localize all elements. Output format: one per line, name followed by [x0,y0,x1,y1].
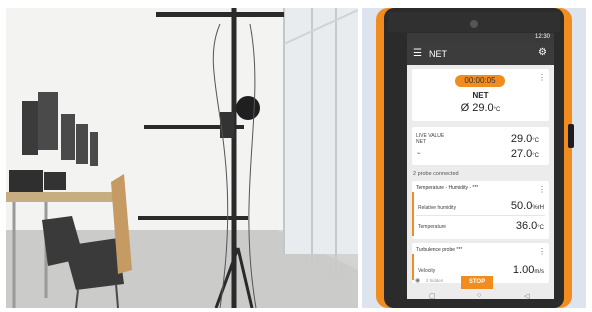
live-value-1-number: 29.0 [510,133,533,145]
humidity-value: 50.0%rH [511,200,544,212]
stop-button[interactable]: STOP [461,276,493,289]
divider [416,215,545,216]
humidity-number: 50.0 [510,200,533,212]
velocity-label: Velocity [418,268,436,274]
live-value-2: 27.0°C [511,148,539,160]
status-bar: 12:30 [407,33,554,43]
velocity-number: 1.00 [512,264,535,276]
humidity-label: Relative humidity [418,205,457,211]
device-screen: 12:30 ☰ NET ⚙ 00:00:05 ⋮ NET Ø 29.0°C LI… [407,33,554,299]
office-photo [6,8,358,308]
timer-badge[interactable]: 00:00:05 [455,75,505,87]
temperature-value: 36.0°C [516,220,544,232]
temperature-label: Temperature [418,224,447,230]
probes-connected-text: 2 probe connected [413,171,459,177]
probe2-accent-bar [412,254,414,280]
live-value-1: 29.0°C [511,133,539,145]
mode-label: NET [472,91,489,100]
probe2-name: Turbulence probe *** [416,247,463,253]
probe1-name: Temperature - Humidity - *** [416,185,479,191]
probe1-card: Temperature - Humidity - *** ⋮ Relative … [412,181,549,239]
live-value-2-number: 27.0 [510,148,533,160]
measurement-summary-card: 00:00:05 ⋮ NET Ø 29.0°C [412,69,549,121]
probe2-more-icon[interactable]: ⋮ [538,247,546,256]
live-value-card: LIVE VALUE NET 29.0°C ⌁ 27.0°C [412,127,549,165]
probe-icon: ⌁ [417,151,421,157]
probe1-more-icon[interactable]: ⋮ [538,185,546,194]
live-value-2-unit: °C [532,153,539,159]
office-scene-illustration [6,8,358,308]
gear-icon[interactable]: ⚙ [538,47,547,58]
probe1-accent-bar [412,192,414,236]
nav-back-icon[interactable]: ◁ [524,292,529,299]
humidity-unit: %rH [532,205,544,211]
live-value-1-unit: °C [532,138,539,144]
velocity-unit: m/s [534,269,544,275]
average-value: Ø 29.0°C [412,102,549,114]
average-number: Ø 29.0 [460,102,494,114]
average-unit: °C [493,107,501,113]
eye-icon[interactable]: ◉ [415,277,420,284]
nav-home-icon[interactable]: ○ [477,292,481,299]
temperature-unit: °C [537,225,544,231]
live-value-sublabel: NET [416,139,426,145]
temperature-number: 36.0 [515,220,538,232]
app-title: NET [429,49,447,59]
hidden-count: 2 hidden [426,278,444,283]
live-value-label: LIVE VALUE NET [416,133,444,145]
hamburger-menu-icon[interactable]: ☰ [413,49,422,59]
nav-recent-icon[interactable]: ▢ [429,292,436,299]
status-time: 12:30 [534,34,550,40]
more-options-icon[interactable]: ⋮ [538,73,546,82]
velocity-value: 1.00m/s [513,264,544,276]
app-bar: ☰ NET ⚙ [407,43,554,65]
